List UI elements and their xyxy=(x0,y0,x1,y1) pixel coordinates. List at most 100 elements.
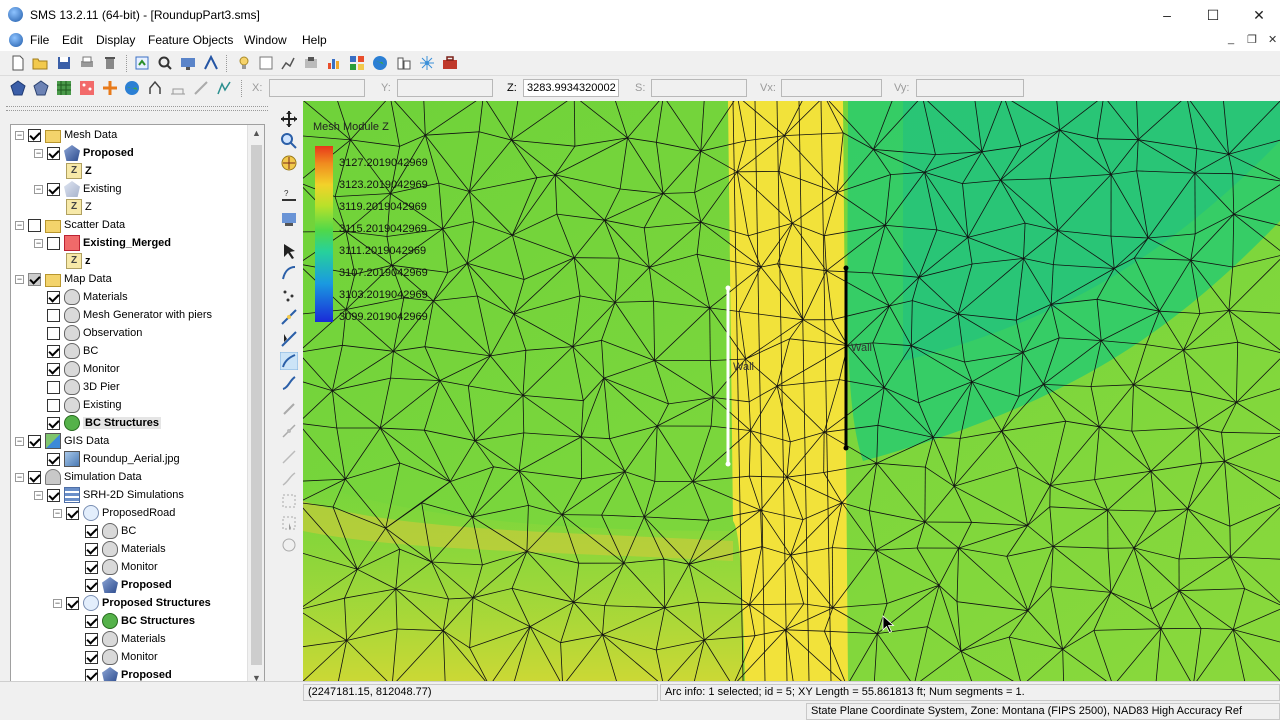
visibility-checkbox[interactable] xyxy=(85,578,98,592)
gis-module-icon[interactable] xyxy=(124,80,140,96)
visibility-checkbox[interactable] xyxy=(47,290,60,304)
tree-item[interactable]: − Scatter Data xyxy=(15,216,125,234)
mesh-view[interactable] xyxy=(303,101,1280,681)
collapse-toggle-icon[interactable]: − xyxy=(53,598,62,608)
visibility-checkbox[interactable] xyxy=(47,488,60,502)
visibility-checkbox[interactable] xyxy=(28,128,41,142)
mdi-restore-button[interactable]: ❐ xyxy=(1247,33,1257,46)
visibility-checkbox[interactable] xyxy=(47,398,60,412)
new-file-icon[interactable] xyxy=(10,55,26,71)
visibility-checkbox[interactable] xyxy=(66,506,79,520)
display-options-icon[interactable] xyxy=(180,55,196,71)
grid-tools-icon[interactable] xyxy=(349,55,365,71)
panel-grip[interactable] xyxy=(6,106,268,111)
tree-item[interactable]: Roundup_Aerial.jpg xyxy=(34,450,180,468)
tree-item[interactable]: BC xyxy=(34,342,98,360)
zoom-icon[interactable] xyxy=(157,55,173,71)
visibility-checkbox[interactable] xyxy=(47,236,60,250)
collapse-toggle-icon[interactable]: − xyxy=(34,490,43,500)
select-arrow-icon[interactable] xyxy=(280,242,298,260)
vy-coord-field[interactable] xyxy=(916,79,1024,97)
collapse-toggle-icon[interactable]: − xyxy=(34,184,43,194)
scatter-module-icon[interactable] xyxy=(79,80,95,96)
tree-item[interactable]: − Map Data xyxy=(15,270,112,288)
circle-select-icon[interactable] xyxy=(280,536,298,554)
tree-item[interactable]: Proposed xyxy=(72,576,172,594)
close-button[interactable]: ✕ xyxy=(1236,0,1280,30)
scrollbar-thumb[interactable] xyxy=(251,145,262,665)
select-vertex-icon[interactable] xyxy=(280,308,298,326)
z-coord-field[interactable]: 3283.9934320002 xyxy=(523,79,619,97)
visibility-checkbox[interactable] xyxy=(47,362,60,376)
plot-window-icon[interactable] xyxy=(280,210,298,228)
menu-edit[interactable]: Edit xyxy=(62,33,83,47)
scroll-up-icon[interactable]: ▲ xyxy=(248,125,264,142)
zoom-tool-icon[interactable] xyxy=(280,132,298,150)
arc-tool-icon[interactable] xyxy=(280,374,298,392)
delete-icon[interactable] xyxy=(102,55,118,71)
visibility-checkbox[interactable] xyxy=(28,434,41,448)
node-tool-icon[interactable] xyxy=(280,422,298,440)
select-rect-icon[interactable] xyxy=(258,55,274,71)
polygon-select-icon[interactable] xyxy=(280,400,298,418)
visibility-checkbox[interactable] xyxy=(85,542,98,556)
collapse-toggle-icon[interactable]: − xyxy=(15,472,24,482)
visibility-checkbox[interactable] xyxy=(28,470,41,484)
arc-node[interactable] xyxy=(843,445,849,451)
tree-item[interactable]: − GIS Data xyxy=(15,432,109,450)
tree-item[interactable]: Mesh Generator with piers xyxy=(34,306,212,324)
particle-module-icon[interactable] xyxy=(147,80,163,96)
refresh-icon[interactable] xyxy=(134,55,150,71)
collapse-toggle-icon[interactable]: − xyxy=(15,436,24,446)
visibility-checkbox[interactable] xyxy=(85,614,98,628)
visibility-checkbox[interactable] xyxy=(85,650,98,664)
mdi-minimize-button[interactable]: _ xyxy=(1228,33,1234,45)
collapse-toggle-icon[interactable]: − xyxy=(34,148,43,158)
pan-icon[interactable] xyxy=(280,110,298,128)
menu-window[interactable]: Window xyxy=(244,33,287,47)
visibility-checkbox[interactable] xyxy=(85,524,98,538)
menu-file[interactable]: File xyxy=(30,33,49,47)
tree-item[interactable]: − Existing xyxy=(34,180,122,198)
plot-icon[interactable] xyxy=(280,55,296,71)
tree-item[interactable]: BC xyxy=(72,522,136,540)
arc-node[interactable] xyxy=(725,461,731,467)
mesh-module-icon[interactable] xyxy=(10,80,26,96)
tree-item[interactable]: − Existing_Merged xyxy=(34,234,171,252)
1d-module-icon[interactable] xyxy=(216,80,232,96)
document-icon[interactable] xyxy=(9,33,23,47)
rotate-icon[interactable] xyxy=(280,154,298,172)
tree-item[interactable]: − ProposedRoad xyxy=(53,504,175,522)
tree-item[interactable]: Monitor xyxy=(34,360,120,378)
vx-coord-field[interactable] xyxy=(781,79,882,97)
visibility-checkbox[interactable] xyxy=(47,146,60,160)
collapse-toggle-icon[interactable]: − xyxy=(15,274,24,284)
graphics-window[interactable]: Mesh Module Z 3127.2019042969 3123.20190… xyxy=(303,101,1280,681)
tree-item[interactable]: Materials xyxy=(72,630,166,648)
tree-item[interactable]: Materials xyxy=(34,288,128,306)
light-bulb-icon[interactable] xyxy=(236,55,252,71)
menu-feature-objects[interactable]: Feature Objects xyxy=(148,33,233,47)
globe-icon[interactable] xyxy=(372,55,388,71)
tree-item[interactable]: Observation xyxy=(34,324,142,342)
tree-item[interactable]: Existing xyxy=(34,396,122,414)
visibility-checkbox[interactable] xyxy=(47,416,60,430)
select-box-pointer-icon[interactable] xyxy=(280,514,298,532)
tree-item[interactable]: − Proposed xyxy=(34,144,134,162)
tree-item[interactable]: BC Structures xyxy=(72,612,195,630)
tree-item[interactable]: BC Structures xyxy=(34,414,161,432)
visibility-checkbox[interactable] xyxy=(85,632,98,646)
disabled-arc-tool-icon[interactable] xyxy=(280,470,298,488)
quadtree-module-icon[interactable] xyxy=(170,80,186,96)
tree-item[interactable]: ZZ xyxy=(53,162,92,180)
tree-item[interactable]: ZZ xyxy=(53,198,92,216)
y-coord-field[interactable] xyxy=(397,79,493,97)
visibility-checkbox[interactable] xyxy=(47,380,60,394)
minimize-button[interactable]: – xyxy=(1144,0,1190,30)
tree-item[interactable]: Materials xyxy=(72,540,166,558)
menu-display[interactable]: Display xyxy=(96,33,135,47)
x-coord-field[interactable] xyxy=(269,79,365,97)
collapse-toggle-icon[interactable]: − xyxy=(15,220,24,230)
building-icon[interactable] xyxy=(396,55,412,71)
tree-item[interactable]: − Proposed Structures xyxy=(53,594,211,612)
